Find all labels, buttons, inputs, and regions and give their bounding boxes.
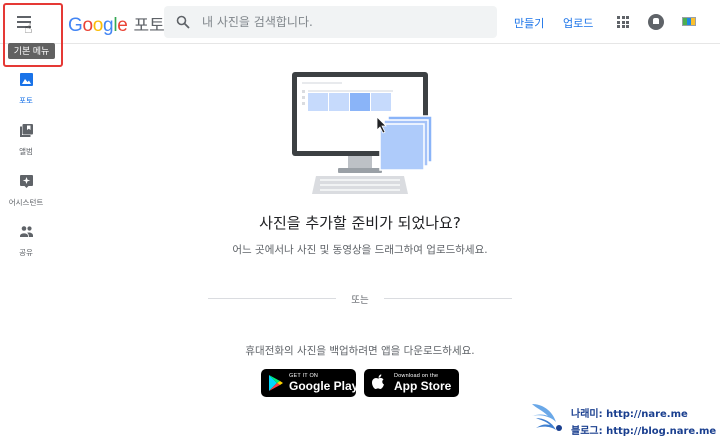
or-divider-left	[208, 298, 336, 299]
or-divider-right	[384, 298, 512, 299]
sidebar-item-label: 어시스턴트	[8, 198, 44, 207]
account-avatar[interactable]	[682, 17, 696, 26]
watermark-line-1: 나래미: http://nare.me	[571, 409, 688, 420]
sidebar-item-label: 포토	[19, 96, 33, 105]
app-header: ☝ Google 포토 만들기 업로드	[0, 0, 720, 44]
watermark-line-2: 블로그: http://blog.nare.me	[571, 426, 717, 437]
google-play-button[interactable]: GET IT ON Google Play	[261, 369, 359, 397]
album-icon	[19, 124, 33, 137]
app-store-button[interactable]: Download on the App Store	[364, 369, 459, 397]
photo-icon	[19, 73, 33, 86]
monitor-stand	[348, 156, 372, 170]
photo-tile	[350, 93, 370, 111]
upload-illustration	[292, 72, 433, 194]
create-link[interactable]: 만들기	[514, 15, 544, 31]
apple-icon	[372, 374, 384, 389]
wing-logo-icon	[532, 404, 562, 431]
notifications-icon[interactable]	[648, 14, 664, 30]
drag-upload-subline: 어느 곳에서나 사진 및 동영상을 드래그하여 업로드하세요.	[232, 244, 488, 256]
menu-tooltip: 기본 메뉴	[8, 43, 55, 59]
mobile-backup-text: 휴대전화의 사진을 백업하려면 앱을 다운로드하세요.	[245, 345, 475, 357]
logo-google-text: Google	[68, 15, 128, 36]
photo-tile	[308, 93, 328, 111]
google-play-big-text: Google Play	[289, 379, 359, 393]
search-input[interactable]	[202, 12, 482, 32]
sidebar-item-sharing[interactable]: 공유	[4, 225, 48, 258]
logo-product-text: 포토	[133, 16, 165, 36]
sidebar-item-label: 공유	[19, 248, 33, 257]
photo-tile	[329, 93, 349, 111]
dragged-photo	[379, 123, 425, 171]
search-bar[interactable]	[164, 6, 497, 38]
or-label: 또는	[351, 295, 369, 306]
photo-tile	[371, 93, 391, 111]
sidebar-item-photos[interactable]: 포토	[4, 73, 48, 106]
assistant-icon	[19, 175, 33, 188]
apps-grid-icon[interactable]	[617, 16, 629, 28]
sidebar-item-albums[interactable]: 앨범	[4, 124, 48, 157]
search-icon	[176, 15, 190, 29]
sidebar-item-label: 앨범	[19, 147, 33, 156]
sidebar-item-assistant[interactable]: 어시스턴트	[4, 175, 48, 208]
sharing-icon	[19, 226, 33, 237]
upload-link[interactable]: 업로드	[563, 15, 593, 31]
google-play-icon	[269, 375, 283, 391]
google-photos-logo[interactable]: Google 포토	[68, 11, 165, 36]
ready-headline: 사진을 추가할 준비가 되었나요?	[259, 214, 461, 232]
app-store-big-text: App Store	[394, 379, 452, 393]
